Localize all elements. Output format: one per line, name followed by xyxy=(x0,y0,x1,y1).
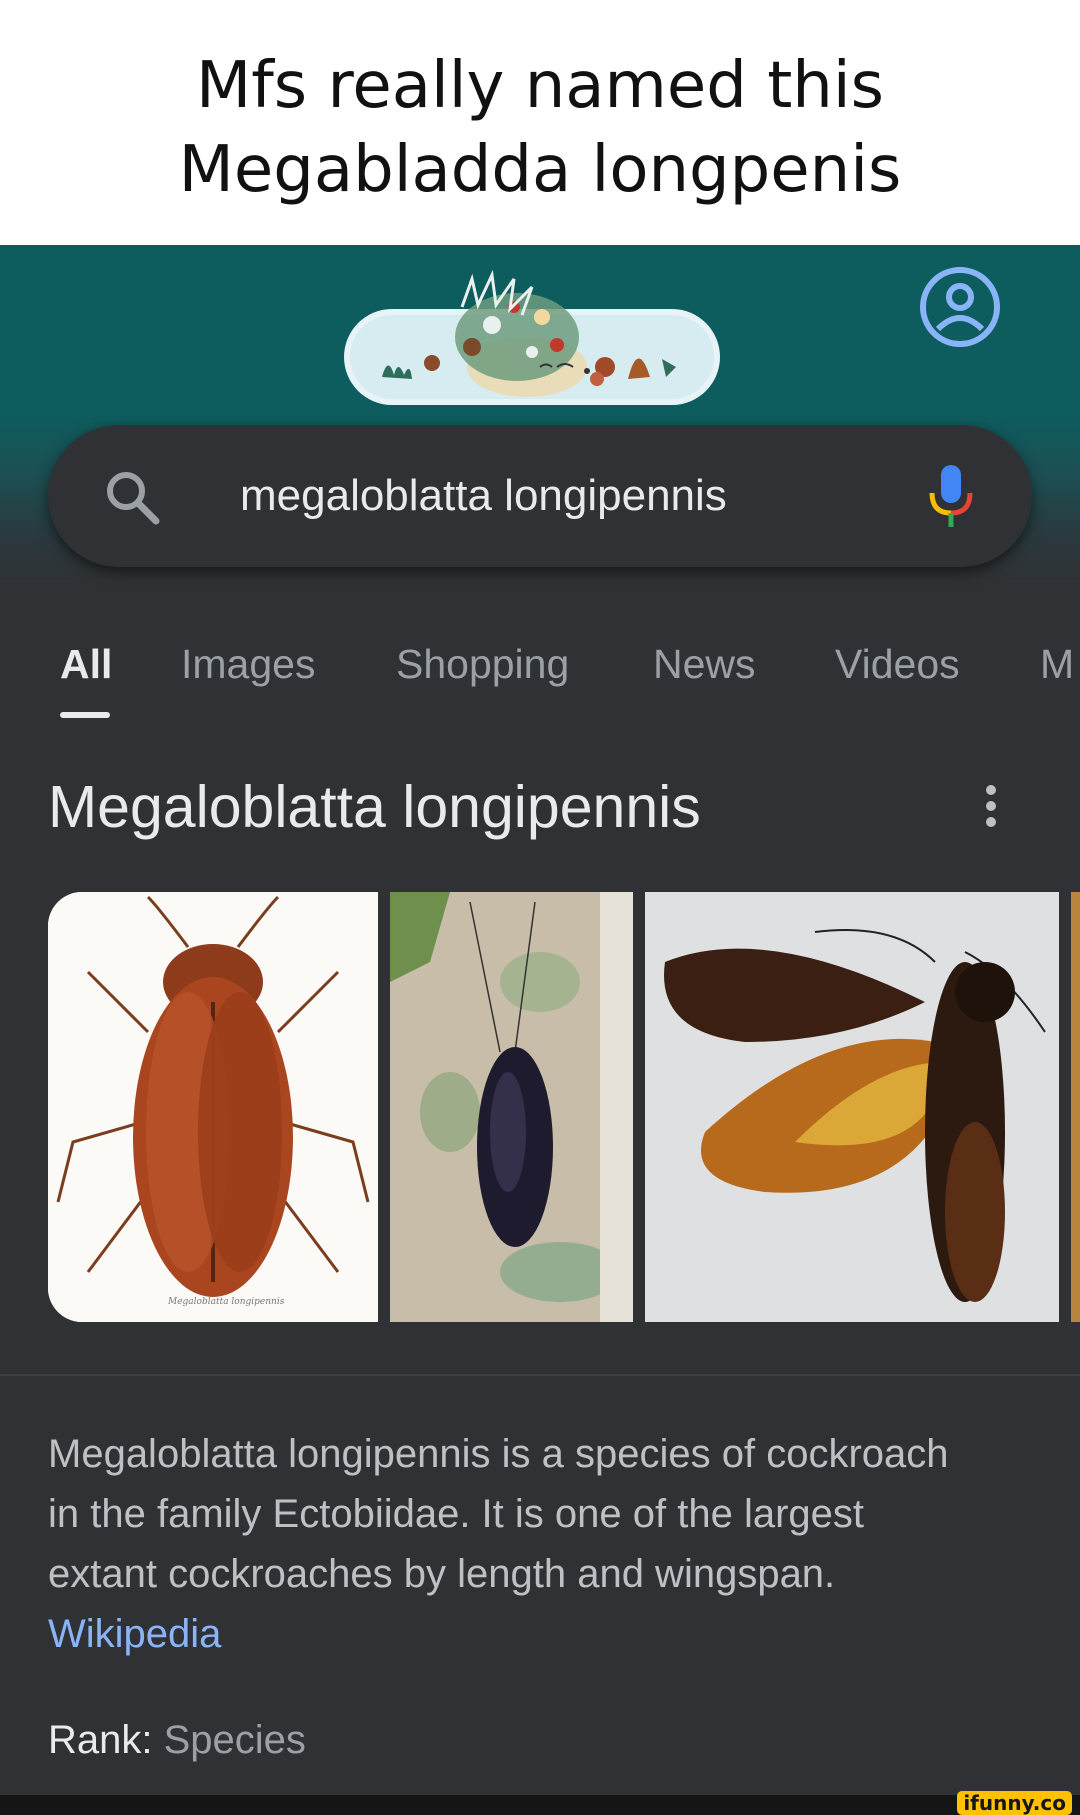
more-vert-icon[interactable] xyxy=(976,780,1006,840)
description-line-1: Megaloblatta longipennis is a species of… xyxy=(48,1432,949,1476)
footer-bar xyxy=(0,1795,1080,1815)
tab-all[interactable]: All xyxy=(60,640,112,688)
tab-shopping[interactable]: Shopping xyxy=(396,640,569,688)
rank-label: Rank: xyxy=(48,1718,164,1762)
active-tab-indicator xyxy=(60,712,110,718)
search-header: megaloblatta longipennis All Images Shop… xyxy=(0,245,1080,720)
tab-news[interactable]: News xyxy=(653,640,756,688)
search-icon[interactable] xyxy=(102,467,162,527)
caption-line-1: Mfs really named this xyxy=(196,49,884,123)
rank-row: Rank: Species xyxy=(48,1715,306,1765)
rank-value: Species xyxy=(163,1718,306,1762)
section-divider xyxy=(0,1374,1080,1376)
tab-images[interactable]: Images xyxy=(181,640,315,688)
tab-videos[interactable]: Videos xyxy=(835,640,960,688)
search-bar[interactable]: megaloblatta longipennis xyxy=(48,425,1032,567)
meme-caption: Mfs really named this Megabladda longpen… xyxy=(0,0,1080,245)
google-doodle[interactable] xyxy=(342,269,722,405)
mic-icon[interactable] xyxy=(926,463,976,531)
description: Megaloblatta longipennis is a species of… xyxy=(48,1424,1038,1664)
ifunny-watermark: ifunny.co xyxy=(957,1791,1072,1815)
description-line-3: extant cockroaches by length and wingspa… xyxy=(48,1552,836,1596)
wikipedia-link[interactable]: Wikipedia xyxy=(48,1604,1038,1664)
image-tree-photo[interactable] xyxy=(390,892,633,1322)
account-icon[interactable] xyxy=(918,265,1002,349)
panel-title: Megaloblatta longipennis xyxy=(48,774,701,840)
image-partial[interactable] xyxy=(1071,892,1080,1322)
image-illustration[interactable]: Megaloblatta longipennis xyxy=(48,892,378,1322)
description-line-2: in the family Ectobiidae. It is one of t… xyxy=(48,1492,864,1536)
search-input[interactable]: megaloblatta longipennis xyxy=(240,471,727,521)
watermark-text: ifunny.co xyxy=(963,1791,1066,1815)
caption-line-2: Megabladda longpenis xyxy=(178,133,902,207)
tab-more[interactable]: M xyxy=(1040,640,1074,688)
image-spread-wings[interactable] xyxy=(645,892,1059,1322)
knowledge-panel: Megaloblatta longipennis Megaloblatta lo… xyxy=(0,720,1080,1815)
svg-text:Megaloblatta longipennis: Megaloblatta longipennis xyxy=(167,1297,285,1307)
search-tabs: All Images Shopping News Videos M xyxy=(0,620,1080,720)
